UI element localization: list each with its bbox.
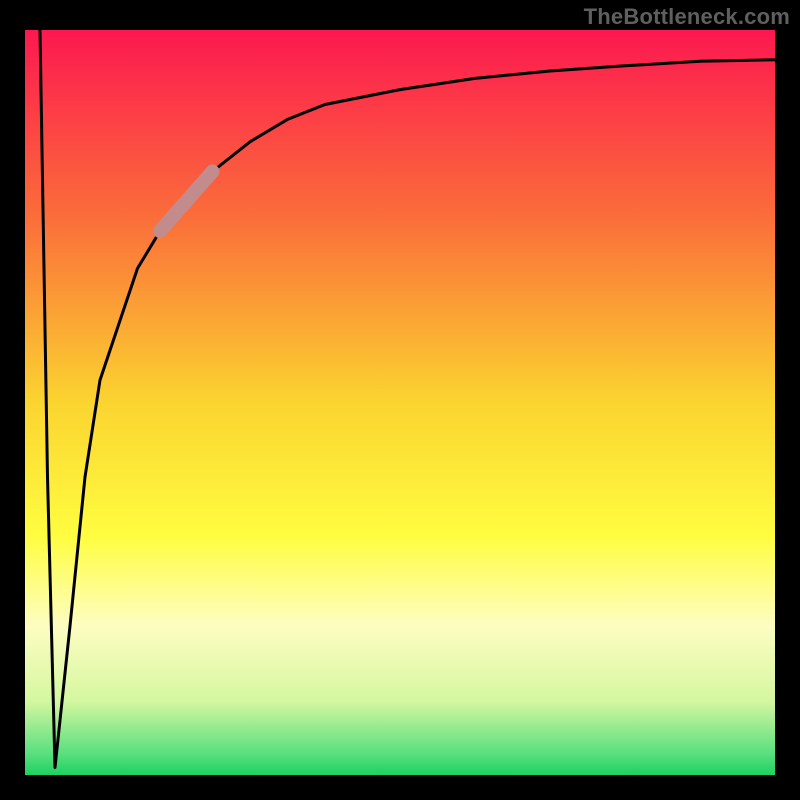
bottleneck-curve (40, 30, 775, 768)
highlight-segment (160, 172, 213, 232)
plot-area (25, 30, 775, 775)
chart-stage: TheBottleneck.com (0, 0, 800, 800)
watermark-text: TheBottleneck.com (584, 4, 790, 30)
curve-layer (25, 30, 775, 775)
